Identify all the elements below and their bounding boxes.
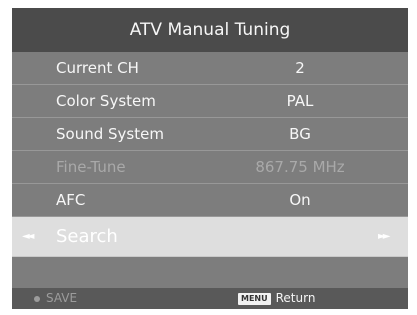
save-hint: SAVE bbox=[34, 288, 77, 309]
current-ch-value: 2 bbox=[295, 59, 305, 77]
footer-bar: SAVE MENU Return bbox=[12, 288, 408, 309]
afc-label: AFC bbox=[56, 191, 86, 209]
color-system-label: Color System bbox=[56, 92, 156, 110]
menu-item-afc[interactable]: AFC On bbox=[12, 184, 408, 217]
tuning-menu-list: Current CH 2 Color System PAL Sound Syst… bbox=[12, 52, 408, 288]
afc-value: On bbox=[289, 191, 311, 209]
menu-item-fine-tune: Fine-Tune 867.75 MHz bbox=[12, 151, 408, 184]
return-hint: MENU Return bbox=[238, 288, 315, 309]
sound-system-label: Sound System bbox=[56, 125, 164, 143]
save-label: SAVE bbox=[46, 291, 78, 305]
color-system-value: PAL bbox=[286, 92, 314, 110]
menu-item-current-ch[interactable]: Current CH 2 bbox=[12, 52, 408, 85]
menu-item-sound-system[interactable]: Sound System BG bbox=[12, 118, 408, 151]
current-ch-label: Current CH bbox=[56, 59, 139, 77]
search-label: Search bbox=[56, 226, 118, 247]
search-right-arrow-icon[interactable]: ►► bbox=[378, 217, 391, 257]
menu-key-icon: MENU bbox=[238, 292, 271, 305]
return-label: Return bbox=[275, 291, 316, 305]
fine-tune-value: 867.75 MHz bbox=[255, 158, 345, 176]
search-left-arrow-icon[interactable]: ◄◄ bbox=[22, 217, 35, 257]
sound-system-value: BG bbox=[289, 125, 311, 143]
save-dot-icon bbox=[34, 295, 40, 302]
menu-item-color-system[interactable]: Color System PAL bbox=[12, 85, 408, 118]
menu-title: ATV Manual Tuning bbox=[129, 20, 291, 40]
tv-osd-screen: ATV Manual Tuning Current CH 2 Color Sys… bbox=[12, 8, 408, 309]
fine-tune-label: Fine-Tune bbox=[56, 158, 126, 176]
menu-item-search[interactable]: ◄◄ Search ►► bbox=[12, 217, 408, 257]
menu-title-bar: ATV Manual Tuning bbox=[12, 8, 408, 52]
